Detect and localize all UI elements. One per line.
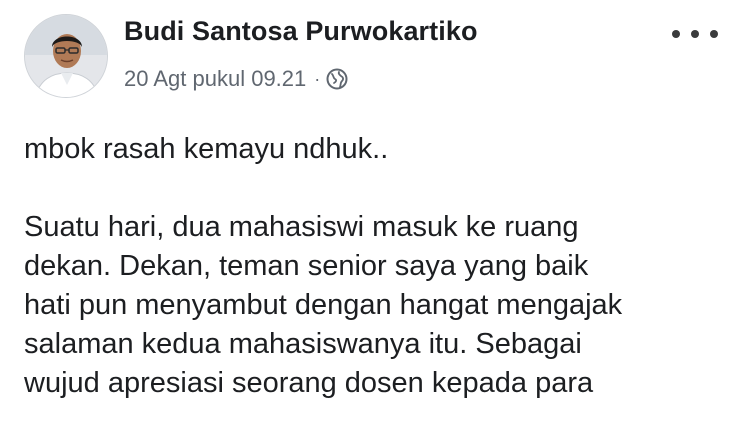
facebook-post: Budi Santosa Purwokartiko 20 Agt pukul 0… [0, 0, 750, 423]
post-text: mbok rasah kemayu ndhuk.. Suatu hari, du… [24, 130, 724, 403]
author-name[interactable]: Budi Santosa Purwokartiko [124, 16, 478, 47]
more-options-icon[interactable] [672, 20, 718, 48]
more-dot [691, 30, 699, 38]
post-timestamp[interactable]: 20 Agt pukul 09.21 [124, 66, 306, 92]
post-text-line: dekan. Dekan, teman senior saya yang bai… [24, 250, 589, 282]
meta-separator: · [314, 69, 321, 89]
more-dot [710, 30, 718, 38]
avatar[interactable] [24, 14, 108, 98]
post-text-line: salaman kedua mahasiswanya itu. Sebagai [24, 328, 582, 360]
globe-icon[interactable] [326, 68, 348, 90]
profile-photo-icon [25, 15, 107, 97]
post-intro-line: mbok rasah kemayu ndhuk.. [24, 133, 389, 165]
more-dot [672, 30, 680, 38]
post-text-line: Suatu hari, dua mahasiswi masuk ke ruang [24, 211, 579, 243]
post-text-line: hati pun menyambut dengan hangat mengaja… [24, 289, 623, 321]
post-text-line: wujud apresiasi seorang dosen kepada par… [24, 367, 594, 399]
post-meta: 20 Agt pukul 09.21 · [124, 66, 348, 92]
